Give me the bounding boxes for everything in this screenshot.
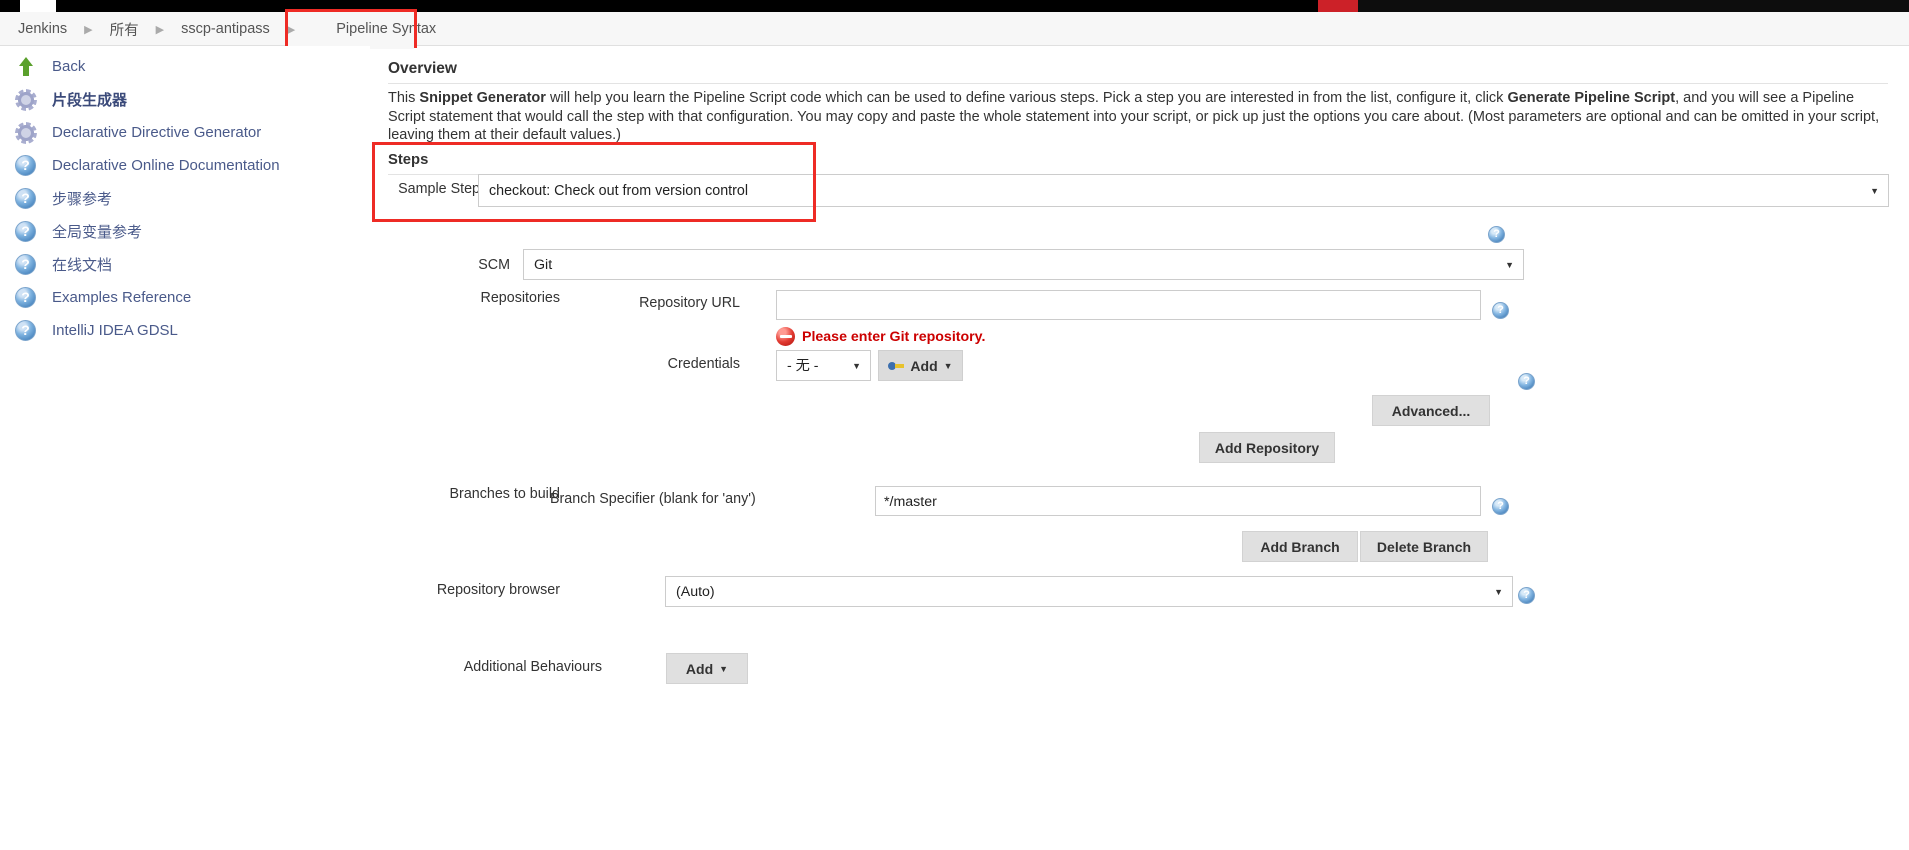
- sidebar-item-label: Declarative Online Documentation: [52, 157, 280, 174]
- up-arrow-icon: [14, 55, 38, 79]
- branch-specifier-input[interactable]: */master: [875, 486, 1481, 516]
- help-icon-repository-browser[interactable]: [1518, 587, 1535, 604]
- chevron-down-icon: ▼: [719, 663, 729, 674]
- help-icon-repository-url[interactable]: [1492, 302, 1509, 319]
- chevron-right-icon: ▶: [286, 23, 296, 36]
- sidebar-item-declarative-directive-generator[interactable]: Declarative Directive Generator: [14, 116, 261, 149]
- main-content: Overview This Snippet Generator will hel…: [370, 46, 1909, 850]
- breadcrumb-item-pipeline-syntax[interactable]: Pipeline Syntax: [336, 21, 436, 37]
- scm-label: SCM: [478, 257, 510, 273]
- help-icon: [14, 319, 38, 343]
- repository-browser-select[interactable]: (Auto) ▼: [665, 576, 1513, 607]
- sidebar-item-label: 片段生成器: [52, 92, 128, 109]
- scm-select[interactable]: Git ▼: [523, 249, 1524, 280]
- error-icon: [776, 327, 795, 346]
- repository-url-error: Please enter Git repository.: [776, 327, 985, 346]
- sample-step-label: Sample Step: [398, 181, 480, 197]
- gear-icon: [14, 87, 38, 112]
- sidebar-item-intellij-idea-gdsl[interactable]: IntelliJ IDEA GDSL: [14, 314, 178, 347]
- sidebar-item-label: 步骤参考: [52, 191, 113, 208]
- overview-text-2: will help you learn the Pipeline Script …: [545, 90, 1508, 106]
- overview-paragraph: This Snippet Generator will help you lea…: [388, 89, 1893, 145]
- sidebar-item-label: 全局变量参考: [52, 224, 143, 241]
- top-navigation-bar: [0, 0, 1909, 12]
- chevron-down-icon: ▼: [1870, 185, 1879, 196]
- repository-browser-label: Repository browser: [436, 582, 560, 598]
- breadcrumb-item-all[interactable]: 所有: [110, 19, 139, 40]
- add-behaviour-label: Add: [685, 660, 714, 677]
- sidebar-item-examples-reference[interactable]: Examples Reference: [14, 281, 191, 314]
- credentials-select[interactable]: - 无 - ▼: [776, 350, 871, 381]
- sidebar-item-label: Examples Reference: [52, 289, 192, 306]
- advanced-button[interactable]: Advanced...: [1372, 395, 1490, 426]
- sidebar-item-label: IntelliJ IDEA GDSL: [52, 322, 178, 339]
- breadcrumb: Jenkins ▶ 所有 ▶ sscp-antipass ▶ Pipeline …: [18, 12, 436, 46]
- steps-section-title: Steps: [388, 152, 429, 168]
- chevron-right-icon: ▶: [84, 23, 93, 36]
- repositories-label: Repositories: [480, 290, 560, 306]
- sample-step-value: checkout: Check out from version control: [489, 183, 749, 199]
- add-branch-button[interactable]: Add Branch: [1242, 531, 1358, 562]
- sample-step-select[interactable]: checkout: Check out from version control…: [478, 174, 1889, 207]
- sidebar-item-steps-reference[interactable]: 步骤参考: [14, 182, 112, 215]
- chevron-down-icon: ▼: [1505, 259, 1514, 270]
- credentials-label: Credentials: [667, 356, 740, 372]
- scm-value: Git: [534, 257, 553, 273]
- sidebar-item-label: Declarative Directive Generator: [52, 124, 262, 141]
- repository-url-error-text: Please enter Git repository.: [802, 328, 986, 345]
- chevron-down-icon: ▼: [943, 360, 953, 371]
- breadcrumb-item-sscp-antipass[interactable]: sscp-antipass: [181, 21, 270, 37]
- overview-bold-generate-pipeline-script: Generate Pipeline Script: [1507, 90, 1676, 106]
- sidebar-item-back[interactable]: Back: [14, 50, 85, 83]
- overview-bold-snippet-generator: Snippet Generator: [419, 90, 546, 106]
- sidebar-item-declarative-online-documentation[interactable]: Declarative Online Documentation: [14, 149, 280, 182]
- help-icon-branch-specifier[interactable]: [1492, 498, 1509, 515]
- delete-branch-button[interactable]: Delete Branch: [1360, 531, 1488, 562]
- overview-text-1: This: [388, 90, 420, 106]
- top-bar-right-region: [1358, 0, 1909, 12]
- add-branch-label: Add Branch: [1260, 538, 1340, 555]
- add-repository-label: Add Repository: [1214, 439, 1320, 456]
- chevron-right-icon: ▶: [155, 23, 165, 36]
- sidebar-item-snippet-generator[interactable]: 片段生成器: [14, 83, 127, 116]
- branches-to-build-label: Branches to build: [449, 486, 560, 502]
- help-icon: [14, 220, 38, 244]
- add-credentials-button[interactable]: Add ▼: [878, 350, 963, 381]
- jenkins-logo-badge: [1318, 0, 1358, 12]
- help-icon: [14, 253, 38, 277]
- help-icon-sample-step[interactable]: [1488, 226, 1505, 243]
- help-icon: [14, 286, 38, 310]
- avatar: [20, 0, 56, 12]
- branch-specifier-label: Branch Specifier (blank for 'any'): [550, 491, 756, 507]
- repository-url-label: Repository URL: [639, 295, 740, 311]
- help-icon: [14, 154, 38, 178]
- credentials-value: - 无 -: [787, 358, 819, 374]
- add-behaviour-button[interactable]: Add ▼: [666, 653, 748, 684]
- breadcrumb-item-jenkins[interactable]: Jenkins: [18, 21, 67, 37]
- sidebar-item-global-variable-reference[interactable]: 全局变量参考: [14, 215, 142, 248]
- sidebar-item-online-documentation[interactable]: 在线文档: [14, 248, 112, 281]
- help-icon-credentials[interactable]: [1518, 373, 1535, 390]
- gear-icon: [14, 120, 38, 145]
- help-icon: [14, 187, 38, 211]
- sidebar-item-label: 在线文档: [52, 257, 113, 274]
- additional-behaviours-label: Additional Behaviours: [463, 659, 602, 675]
- advanced-label: Advanced...: [1391, 402, 1471, 419]
- chevron-down-icon: ▼: [852, 360, 861, 371]
- branch-specifier-value: */master: [884, 494, 937, 510]
- sidebar-item-label: Back: [52, 58, 86, 75]
- add-credentials-label: Add: [910, 357, 938, 374]
- sidebar: Back 片段生成器 Declarative Directive Generat…: [0, 46, 370, 850]
- add-repository-button[interactable]: Add Repository: [1199, 432, 1335, 463]
- divider: [388, 83, 1888, 84]
- chevron-down-icon: ▼: [1494, 586, 1503, 597]
- key-icon: [888, 361, 905, 371]
- delete-branch-label: Delete Branch: [1376, 538, 1472, 555]
- repository-url-input[interactable]: [776, 290, 1481, 320]
- page-title: Overview: [388, 60, 457, 77]
- repository-browser-value: (Auto): [676, 584, 715, 600]
